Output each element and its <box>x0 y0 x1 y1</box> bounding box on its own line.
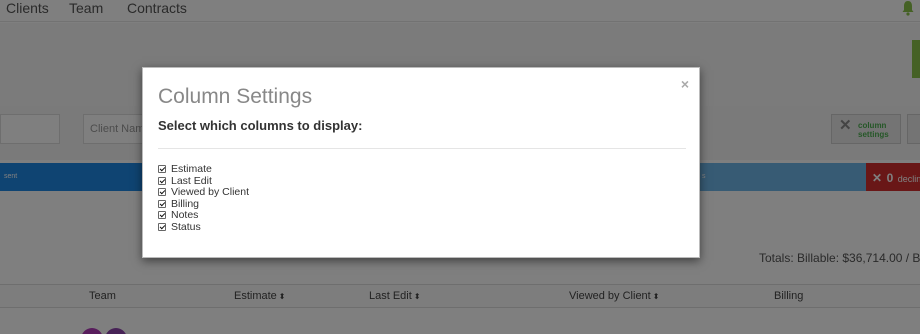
checkbox[interactable] <box>158 211 166 220</box>
column-option-label: Status <box>171 220 201 233</box>
modal-subtitle: Select which columns to display: <box>158 118 363 133</box>
column-option-label: Estimate <box>171 163 212 175</box>
column-option-list: Estimate Last Edit Viewed by Client Bill… <box>158 164 249 234</box>
column-settings-modal: × Column Settings Select which columns t… <box>142 67 700 258</box>
checkbox[interactable] <box>158 222 166 231</box>
checkbox[interactable] <box>158 188 166 197</box>
column-option-label: Viewed by Client <box>171 186 250 199</box>
column-option-label: Billing <box>171 197 200 210</box>
close-icon[interactable]: × <box>681 76 689 92</box>
modal-title: Column Settings <box>158 85 313 108</box>
column-option-label: Notes <box>171 209 199 222</box>
divider <box>158 148 686 149</box>
column-option-status[interactable]: Status <box>158 220 249 234</box>
checkbox[interactable] <box>158 165 166 173</box>
column-option-label: Last Edit <box>171 174 212 187</box>
checkbox[interactable] <box>158 176 166 185</box>
checkbox[interactable] <box>158 199 166 208</box>
